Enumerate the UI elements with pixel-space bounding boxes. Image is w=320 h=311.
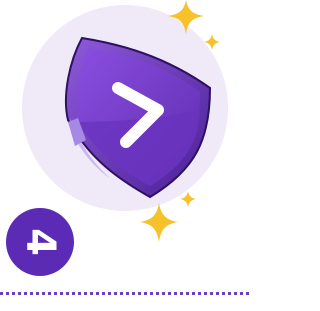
step-number: 4 bbox=[17, 228, 63, 256]
step-number-badge: 4 bbox=[6, 208, 74, 276]
dotted-divider bbox=[0, 292, 249, 295]
